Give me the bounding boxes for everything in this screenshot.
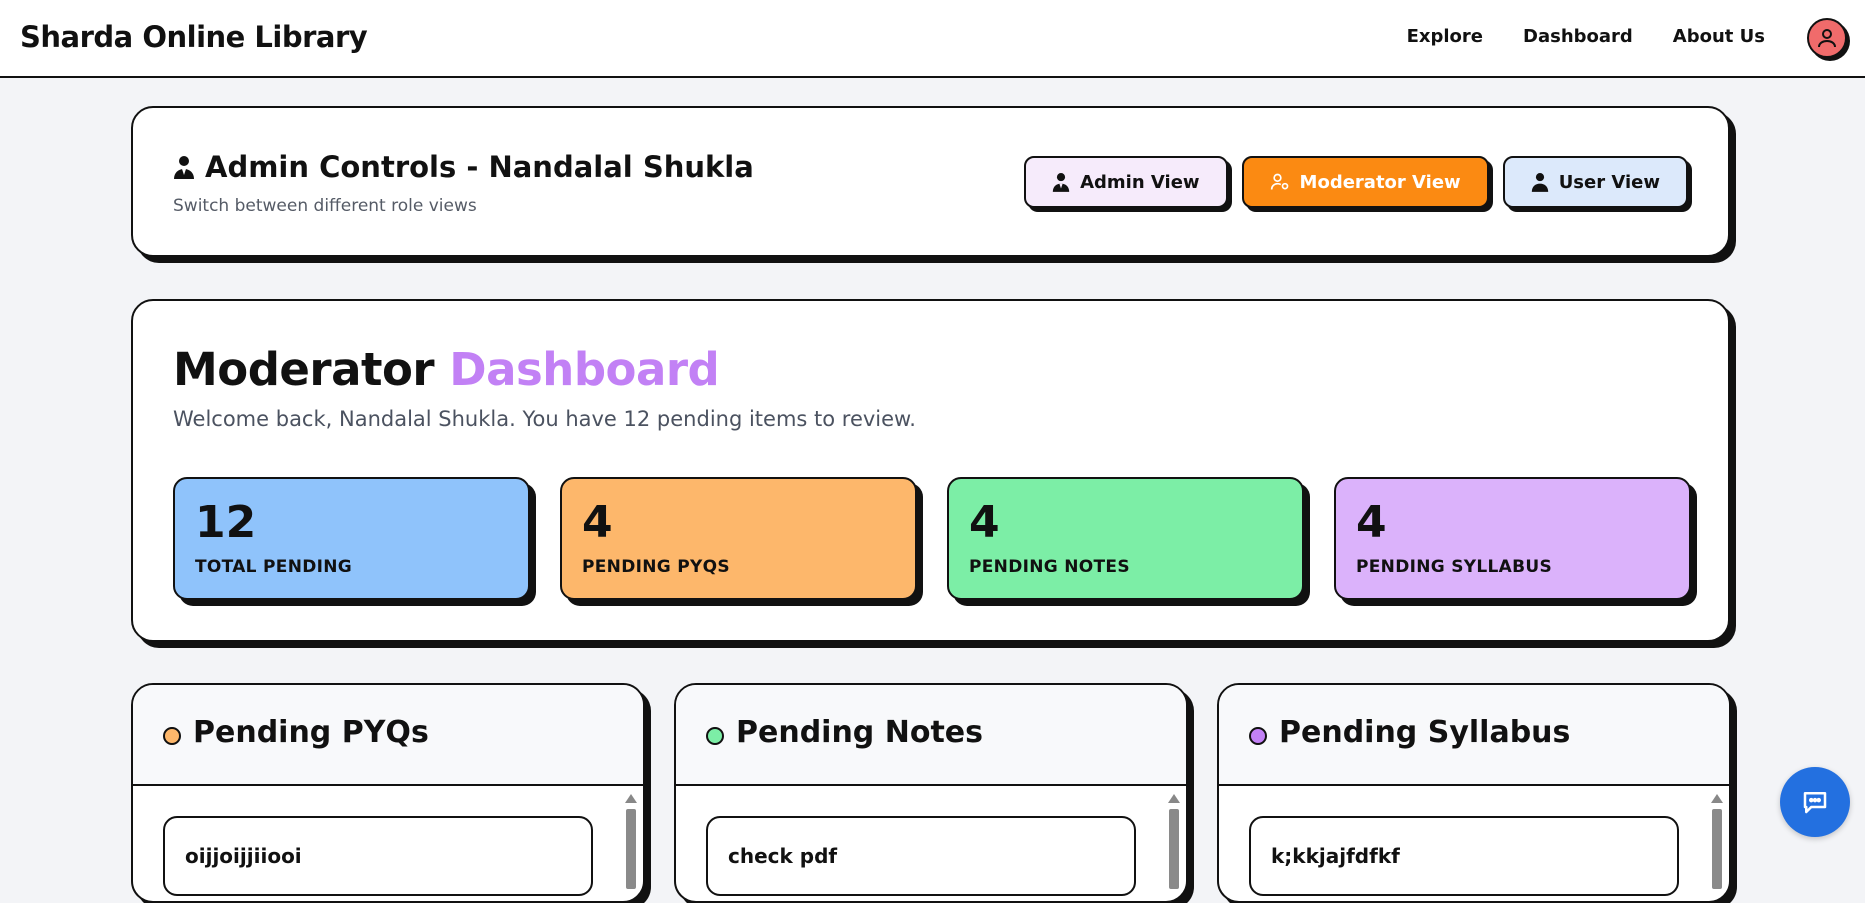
stat-value: 4 [582,497,613,548]
admin-view-button[interactable]: Admin View [1024,156,1228,208]
top-navbar: Sharda Online Library Explore Dashboard … [0,0,1865,78]
stat-card-total-pending: 12 TOTAL PENDING [173,477,530,600]
panel-title: Pending Syllabus [1279,715,1571,750]
stat-card-pending-pyqs: 4 PENDING PYQS [560,477,917,600]
scroll-up-arrow-icon[interactable] [1711,794,1723,803]
scroll-up-arrow-icon[interactable] [1168,794,1180,803]
stat-label: PENDING PYQS [582,557,730,577]
scrollbar[interactable] [1168,794,1180,901]
moderator-view-button[interactable]: Moderator View [1241,156,1489,208]
list-item[interactable]: k;kkjajfdfkf [1249,816,1679,896]
scrollbar[interactable] [625,794,637,901]
stat-card-pending-syllabus: 4 PENDING SYLLABUS [1334,477,1691,600]
scrollbar-thumb[interactable] [1712,809,1722,889]
stat-label: PENDING SYLLABUS [1356,557,1553,577]
list-item-title: k;kkjajfdfkf [1271,844,1400,868]
panel-title: Pending PYQs [193,715,429,750]
user-view-label: User View [1558,171,1660,193]
pending-syllabus-panel: Pending Syllabus k;kkjajfdfkf [1217,683,1731,903]
stat-value: 12 [195,497,257,548]
dashboard-title: Moderator Dashboard [173,343,720,396]
user-icon [1531,173,1548,192]
brand-logo[interactable]: Sharda Online Library [20,20,368,54]
nav-link-explore[interactable]: Explore [1407,26,1483,47]
stat-label: PENDING NOTES [969,557,1130,577]
admin-controls-title: Admin Controls - Nandalal Shukla [205,150,754,184]
stat-value: 4 [1356,497,1387,548]
admin-controls-subtitle: Switch between different role views [173,196,477,216]
stat-label: TOTAL PENDING [195,557,353,577]
chat-icon [1803,792,1827,814]
stats-row: 12 TOTAL PENDING 4 PENDING PYQS 4 PENDIN… [173,477,1691,600]
scroll-up-arrow-icon[interactable] [625,794,637,803]
moderator-user-icon [1270,173,1288,190]
list-item[interactable]: check pdf [706,816,1136,896]
status-dot [163,727,181,745]
nav-link-about-us[interactable]: About Us [1673,26,1765,47]
admin-controls-heading: Admin Controls - Nandalal Shukla [173,150,754,184]
nav-links: Explore Dashboard About Us [1407,26,1765,47]
panel-header: Pending PYQs [133,685,643,786]
stat-value: 4 [969,497,1000,548]
admin-controls-card: Admin Controls - Nandalal Shukla Switch … [131,106,1730,257]
status-dot [1249,727,1267,745]
panel-list[interactable]: oijjoijjiiooi [133,786,643,901]
user-avatar-icon [1818,29,1836,48]
panel-list[interactable]: k;kkjajfdfkf [1219,786,1729,901]
pending-pyqs-panel: Pending PYQs oijjoijjiiooi [131,683,645,903]
role-switcher: Admin View Moderator View User View [1024,156,1688,208]
scrollbar[interactable] [1711,794,1723,901]
admin-user-icon [174,156,194,179]
moderator-dashboard-card: Moderator Dashboard Welcome back, Nandal… [131,299,1730,642]
admin-view-label: Admin View [1080,171,1200,193]
user-view-button[interactable]: User View [1502,156,1688,208]
user-avatar-button[interactable] [1807,18,1847,58]
stat-card-pending-notes: 4 PENDING NOTES [947,477,1304,600]
dashboard-welcome-text: Welcome back, Nandalal Shukla. You have … [173,407,916,431]
panel-title: Pending Notes [736,715,983,750]
status-dot [706,727,724,745]
list-item-title: check pdf [728,844,838,868]
nav-link-dashboard[interactable]: Dashboard [1523,26,1633,47]
chat-button[interactable] [1780,767,1850,837]
list-item-title: oijjoijjiiooi [185,844,302,868]
list-item[interactable]: oijjoijjiiooi [163,816,593,896]
admin-user-icon [1052,173,1070,192]
panel-header: Pending Notes [676,685,1186,786]
dashboard-title-accent: Dashboard [449,343,720,396]
moderator-view-label: Moderator View [1299,171,1461,193]
scrollbar-thumb[interactable] [626,809,636,889]
scrollbar-thumb[interactable] [1169,809,1179,889]
panel-list[interactable]: check pdf [676,786,1186,901]
panel-header: Pending Syllabus [1219,685,1729,786]
dashboard-title-main: Moderator [173,343,435,396]
pending-notes-panel: Pending Notes check pdf [674,683,1188,903]
